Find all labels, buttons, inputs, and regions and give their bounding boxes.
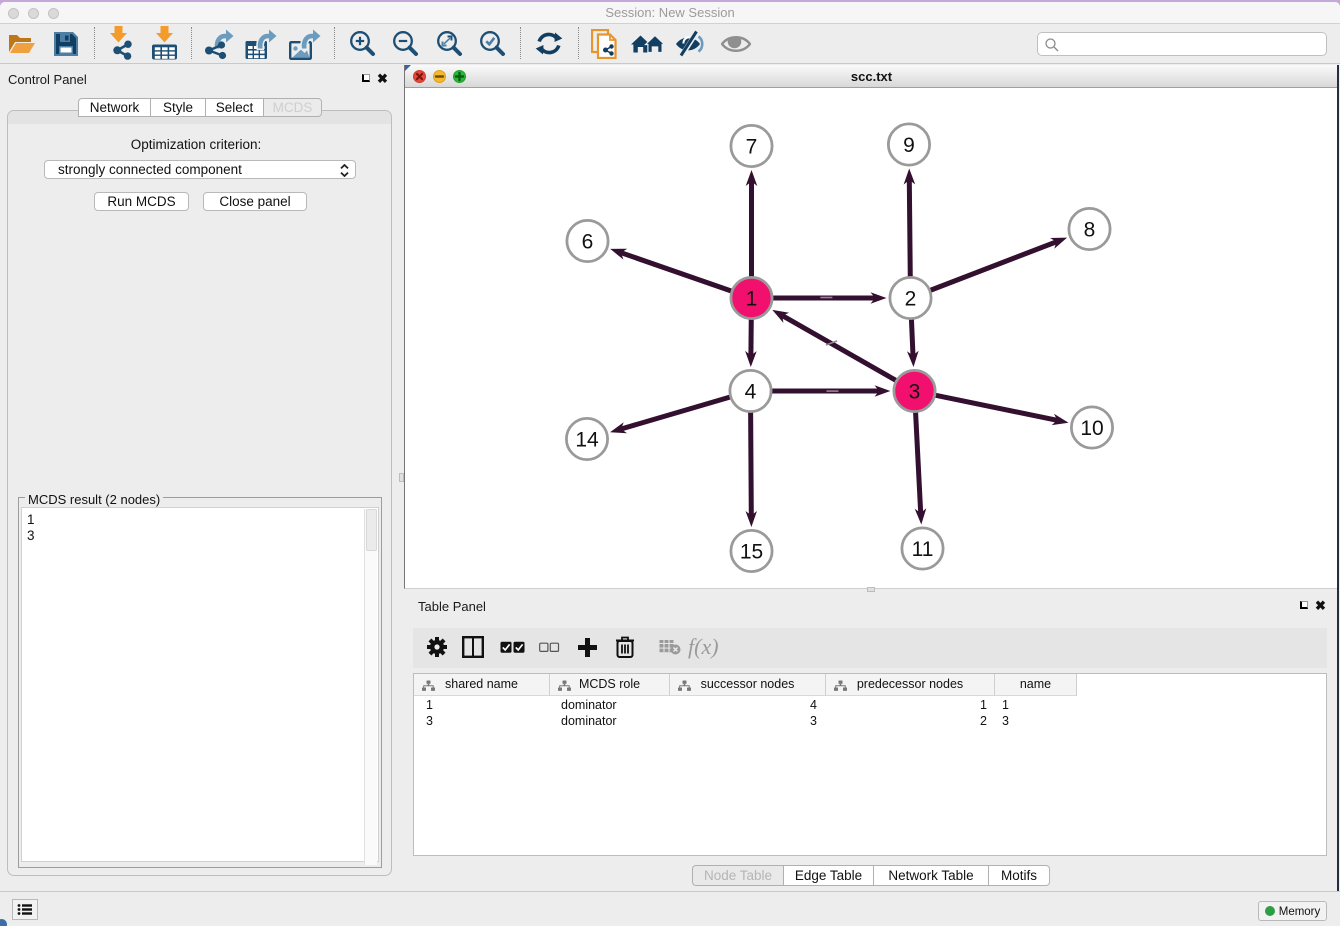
svg-text:8: 8 xyxy=(1084,219,1096,242)
svg-text:2: 2 xyxy=(905,288,917,311)
svg-text:7: 7 xyxy=(746,136,758,159)
svg-text:10: 10 xyxy=(1080,417,1103,440)
svg-text:11: 11 xyxy=(912,538,934,561)
svg-text:14: 14 xyxy=(575,429,599,452)
svg-text:15: 15 xyxy=(740,541,763,564)
svg-text:4: 4 xyxy=(745,381,757,404)
svg-text:9: 9 xyxy=(903,134,915,157)
svg-text:6: 6 xyxy=(582,231,594,254)
svg-text:1: 1 xyxy=(746,288,758,311)
svg-text:3: 3 xyxy=(909,381,921,404)
